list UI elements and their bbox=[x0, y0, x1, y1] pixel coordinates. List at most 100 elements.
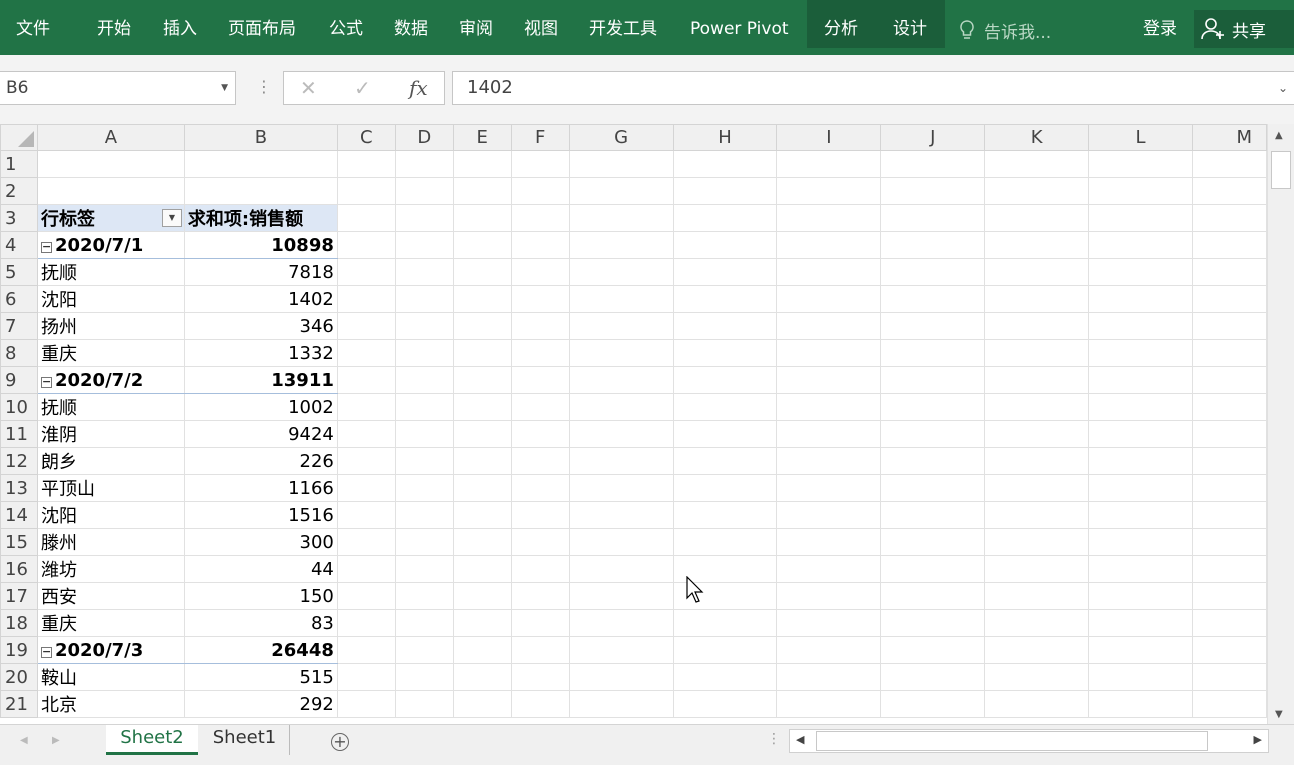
cell[interactable] bbox=[880, 420, 986, 448]
cell[interactable] bbox=[336, 231, 396, 259]
pivot-city-cell[interactable]: 平顶山 bbox=[36, 474, 185, 502]
cell[interactable] bbox=[394, 501, 454, 529]
cell[interactable] bbox=[568, 528, 674, 556]
cell[interactable] bbox=[1088, 393, 1193, 421]
pivot-city-cell[interactable]: 扬州 bbox=[36, 312, 185, 340]
cell[interactable] bbox=[510, 393, 570, 421]
row-header[interactable]: 14 bbox=[0, 501, 38, 529]
row-header[interactable]: 19 bbox=[0, 636, 38, 664]
cell[interactable] bbox=[510, 258, 570, 286]
pivot-city-cell[interactable]: 沈阳 bbox=[36, 501, 185, 529]
pivot-value-cell[interactable]: 1332 bbox=[183, 339, 338, 367]
pivot-city-cell[interactable]: 北京 bbox=[36, 690, 185, 718]
cell[interactable] bbox=[1191, 258, 1267, 286]
cell[interactable] bbox=[336, 501, 396, 529]
cell[interactable] bbox=[1088, 582, 1193, 610]
cell[interactable] bbox=[672, 231, 778, 259]
cell[interactable] bbox=[510, 474, 570, 502]
scroll-up-icon[interactable]: ▲ bbox=[1275, 130, 1283, 141]
row-header[interactable]: 8 bbox=[0, 339, 38, 367]
cell[interactable] bbox=[984, 366, 1090, 394]
cell[interactable] bbox=[452, 609, 512, 637]
tell-me-box[interactable]: 告诉我... bbox=[958, 18, 1051, 43]
cell[interactable] bbox=[776, 582, 882, 610]
cell[interactable] bbox=[336, 690, 396, 718]
tab-home[interactable]: 开始 bbox=[97, 0, 131, 48]
row-header[interactable]: 4 bbox=[0, 231, 38, 259]
column-header[interactable]: G bbox=[568, 124, 674, 151]
cell[interactable] bbox=[1191, 690, 1267, 718]
pivot-value-cell[interactable]: 346 bbox=[183, 312, 338, 340]
cell[interactable] bbox=[452, 204, 512, 232]
cell[interactable] bbox=[452, 474, 512, 502]
cell[interactable] bbox=[394, 393, 454, 421]
cell[interactable] bbox=[336, 663, 396, 691]
cell[interactable] bbox=[336, 447, 396, 475]
cell[interactable] bbox=[984, 447, 1090, 475]
cell[interactable] bbox=[776, 528, 882, 556]
pivot-city-cell[interactable]: 沈阳 bbox=[36, 285, 185, 313]
cell[interactable] bbox=[984, 582, 1090, 610]
pivot-date-group-cell[interactable]: −2020/7/2 bbox=[36, 366, 185, 394]
pivot-value-cell[interactable]: 150 bbox=[183, 582, 338, 610]
sheet-tab-sheet2[interactable]: Sheet2 bbox=[106, 725, 198, 755]
cell[interactable] bbox=[672, 393, 778, 421]
cell[interactable] bbox=[568, 150, 674, 178]
cell[interactable] bbox=[510, 177, 570, 205]
expand-formula-icon[interactable]: ⌄ bbox=[1278, 72, 1288, 104]
column-header[interactable]: I bbox=[776, 124, 882, 151]
cell[interactable] bbox=[394, 177, 454, 205]
pivot-value-cell[interactable]: 292 bbox=[183, 690, 338, 718]
cell[interactable] bbox=[36, 150, 185, 178]
cell[interactable] bbox=[568, 555, 674, 583]
pivot-city-cell[interactable]: 朗乡 bbox=[36, 447, 185, 475]
cell[interactable] bbox=[336, 609, 396, 637]
cell[interactable] bbox=[1191, 285, 1267, 313]
cell[interactable] bbox=[336, 366, 396, 394]
tab-splitter-icon[interactable]: ⋮ bbox=[767, 731, 781, 747]
cell[interactable] bbox=[510, 339, 570, 367]
cell[interactable] bbox=[510, 690, 570, 718]
cell[interactable] bbox=[452, 555, 512, 583]
column-header[interactable]: M bbox=[1191, 124, 1267, 151]
tab-analyze[interactable]: 分析 bbox=[807, 0, 875, 48]
cell[interactable] bbox=[1191, 582, 1267, 610]
cell[interactable] bbox=[880, 231, 986, 259]
cell[interactable] bbox=[1088, 177, 1193, 205]
filter-dropdown-icon[interactable]: ▼ bbox=[161, 209, 182, 227]
cell[interactable] bbox=[880, 663, 986, 691]
cell[interactable] bbox=[672, 501, 778, 529]
tab-view[interactable]: 视图 bbox=[524, 0, 558, 48]
cell[interactable] bbox=[984, 474, 1090, 502]
cell[interactable] bbox=[1088, 474, 1193, 502]
cell[interactable] bbox=[452, 366, 512, 394]
pivot-value-cell[interactable]: 226 bbox=[183, 447, 338, 475]
scroll-right-icon[interactable]: ▶ bbox=[1254, 733, 1262, 746]
cell[interactable] bbox=[336, 420, 396, 448]
worksheet-grid[interactable]: A B C D E F G H I J K L M 1 2 3 行标签 ▼ 求和项:销售额… bbox=[0, 124, 1267, 724]
cell[interactable] bbox=[1191, 177, 1267, 205]
cell[interactable] bbox=[1191, 339, 1267, 367]
cell[interactable] bbox=[1088, 609, 1193, 637]
row-header[interactable]: 6 bbox=[0, 285, 38, 313]
cell[interactable] bbox=[568, 177, 674, 205]
cell[interactable] bbox=[394, 366, 454, 394]
cell[interactable] bbox=[452, 231, 512, 259]
cell[interactable] bbox=[1191, 555, 1267, 583]
cancel-icon[interactable]: ✕ bbox=[300, 76, 317, 100]
tab-developer[interactable]: 开发工具 bbox=[589, 0, 657, 48]
cell[interactable] bbox=[672, 312, 778, 340]
row-header[interactable]: 18 bbox=[0, 609, 38, 637]
tab-insert[interactable]: 插入 bbox=[163, 0, 197, 48]
cell[interactable] bbox=[776, 204, 882, 232]
cell[interactable] bbox=[36, 177, 185, 205]
cell[interactable] bbox=[984, 501, 1090, 529]
cell[interactable] bbox=[394, 447, 454, 475]
cell[interactable] bbox=[394, 609, 454, 637]
cell[interactable] bbox=[1191, 420, 1267, 448]
cell[interactable] bbox=[984, 393, 1090, 421]
pivot-subtotal-cell[interactable]: 26448 bbox=[183, 636, 338, 664]
cell[interactable] bbox=[880, 609, 986, 637]
cell[interactable] bbox=[568, 636, 674, 664]
cell[interactable] bbox=[510, 231, 570, 259]
